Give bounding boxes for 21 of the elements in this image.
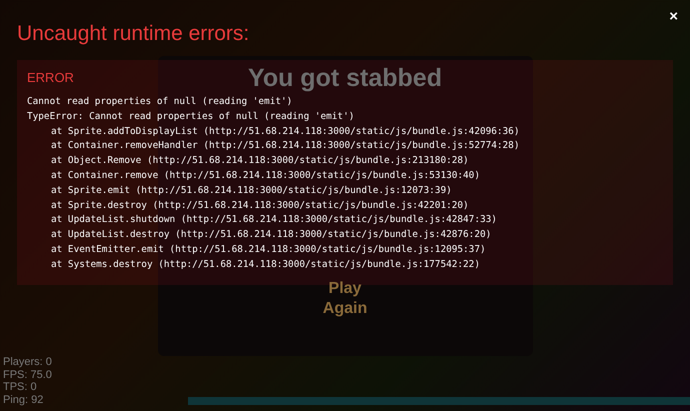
stack-frame-line: at Container.remove (http://51.68.214.118:3000/static/js/bundle.js:53130:40)	[50, 168, 481, 183]
play-again-button[interactable]: Play Again	[322, 279, 368, 319]
stack-frame-line: at Systems.destroy (http://51.68.214.118:3000/static/js/bundle.js:177542:22)	[50, 258, 481, 272]
close-button[interactable]: ×	[665, 6, 682, 27]
death-title: You got stabbed	[248, 64, 442, 93]
stack-frame-line: at Sprite.addToDisplayList (http://51.68.214.118:3000/static/js/bundle.js:42096:36)	[50, 124, 520, 139]
stack-frame-line: at Object.Remove (http://51.68.214.118:3000/static/js/bundle.js:213180:28)	[50, 154, 470, 168]
error-heading: ERROR	[27, 70, 74, 85]
error-message: TypeError: Cannot read properties of null (reading 'emit')	[27, 110, 356, 124]
stack-frame-line: at UpdateList.destroy (http://51.68.214.118:3000/static/js/bundle.js:42876:20)	[50, 228, 492, 242]
stack-frame-line: at Sprite.emit (http://51.68.214.118:3000/static/js/bundle.js:12073:39)	[50, 184, 453, 198]
stat-text: Ping: 92	[3, 394, 44, 406]
stat-text: TPS: 0	[3, 381, 37, 394]
stack-frame-line: at Sprite.destroy (http://51.68.214.118:3000/static/js/bundle.js:42201:20)	[50, 198, 470, 213]
error-message: Cannot read properties of null (reading 'emit')	[27, 95, 294, 109]
stat-text: Players: 0	[3, 356, 52, 368]
stack-frame-line: at EventEmitter.emit (http://51.68.214.118:3000/static/js/bundle.js:12095:37)	[50, 242, 487, 257]
stack-frame-line: at Container.removeHandler (http://51.68.214.118:3000/static/js/bundle.js:52774:28)	[50, 139, 520, 154]
stat-text: FPS: 75.0	[3, 368, 52, 381]
overlay-title: Uncaught runtime errors:	[17, 22, 250, 46]
stack-frame-line: at UpdateList.shutdown (http://51.68.214.118:3000/static/js/bundle.js:42847:33)	[50, 213, 498, 228]
